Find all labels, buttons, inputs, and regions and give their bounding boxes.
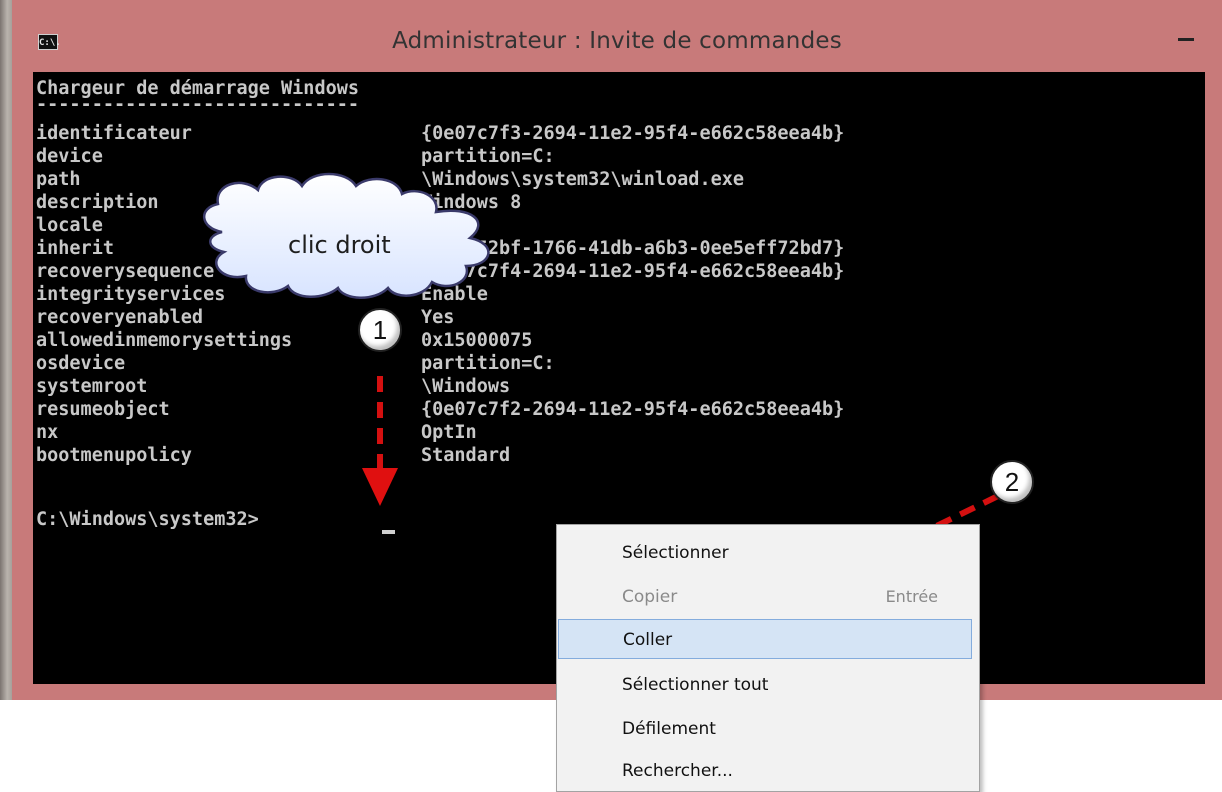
row-value: partition=C: xyxy=(421,353,555,374)
row-value: Enable xyxy=(421,284,488,305)
minimize-button[interactable] xyxy=(1178,30,1198,42)
row-value: 0x15000075 xyxy=(421,330,533,351)
menu-item-label: Sélectionner xyxy=(622,543,729,563)
row-key: systemroot xyxy=(36,376,148,397)
row-key: identificateur xyxy=(36,123,192,144)
menu-item-label: Coller xyxy=(623,630,673,650)
row-key: device xyxy=(36,146,103,167)
menu-item-scroll[interactable]: Défilement xyxy=(558,709,978,749)
row-value: \Windows xyxy=(421,376,511,397)
row-key: osdevice xyxy=(36,353,126,374)
menu-item-find[interactable]: Rechercher... xyxy=(558,751,978,791)
menu-item-label: Copier xyxy=(622,587,678,607)
row-key: nx xyxy=(36,422,59,443)
text-cursor xyxy=(382,530,395,534)
row-key: recoveryenabled xyxy=(36,307,204,328)
row-key: path xyxy=(36,169,81,190)
row-key: recoverysequence xyxy=(36,261,215,282)
row-value: {0e07c7f2-2694-11e2-95f4-e662c58eea4b} xyxy=(421,399,845,420)
menu-item-select[interactable]: Sélectionner xyxy=(558,533,978,573)
row-key: resumeobject xyxy=(36,399,170,420)
row-key: description xyxy=(36,192,159,213)
row-value: OptIn xyxy=(421,422,477,443)
row-value: \Windows\system32\winload.exe xyxy=(421,169,745,190)
row-key: inherit xyxy=(36,238,114,259)
row-value: Standard xyxy=(421,445,511,466)
menu-item-shortcut: Entrée xyxy=(885,587,938,606)
menu-item-label: Rechercher... xyxy=(622,761,733,781)
menu-item-label: Sélectionner tout xyxy=(622,675,769,695)
row-value: Windows 8 xyxy=(421,192,522,213)
step-1-badge: 1 xyxy=(358,308,402,352)
context-menu: Sélectionner Copier Entrée Coller Sélecti… xyxy=(556,524,980,792)
step-2-badge: 2 xyxy=(990,460,1034,504)
row-value: Yes xyxy=(421,307,455,328)
row-key: locale xyxy=(36,215,103,236)
row-key: integrityservices xyxy=(36,284,226,305)
cloud-label: clic droit xyxy=(288,231,391,259)
row-key: allowedinmemorysettings xyxy=(36,330,293,351)
row-value: partition=C: xyxy=(421,146,555,167)
row-value: {6efb52bf-1766-41db-a6b3-0ee5eff72bd7} xyxy=(421,238,845,259)
window-title: Administrateur : Invite de commandes xyxy=(392,28,842,54)
title-bar[interactable]: C:\. Administrateur : Invite de commande… xyxy=(12,0,1222,72)
menu-item-copy[interactable]: Copier Entrée xyxy=(558,577,978,617)
row-key: bootmenupolicy xyxy=(36,445,192,466)
menu-item-select-all[interactable]: Sélectionner tout xyxy=(558,665,978,705)
row-value: {0e07c7f3-2694-11e2-95f4-e662c58eea4b} xyxy=(421,123,845,144)
menu-item-label: Défilement xyxy=(622,719,716,739)
console-separator: ----------------------------- xyxy=(36,94,360,115)
command-prompt: C:\Windows\system32> xyxy=(36,509,259,530)
menu-item-paste[interactable]: Coller xyxy=(558,619,972,659)
row-value: {0e07c7f4-2694-11e2-95f4-e662c58eea4b} xyxy=(421,261,845,282)
